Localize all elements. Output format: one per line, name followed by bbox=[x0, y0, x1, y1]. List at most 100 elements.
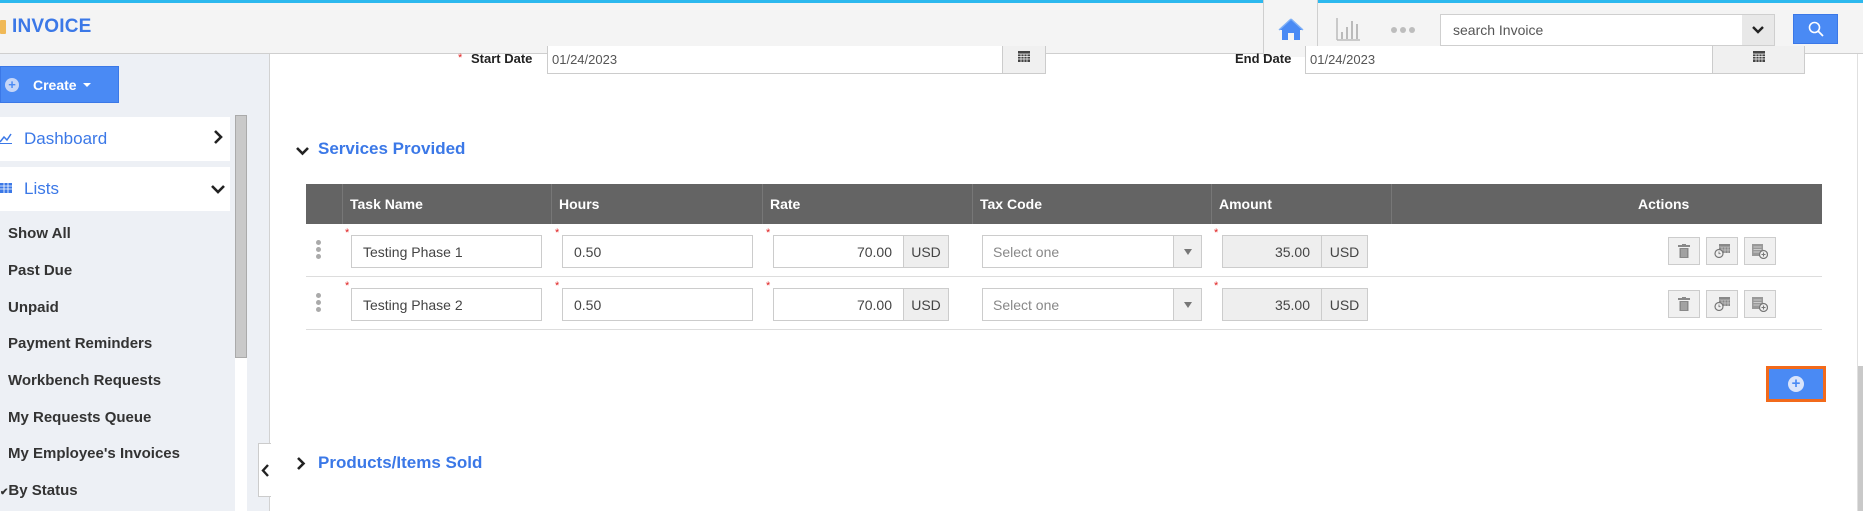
chevron-right-icon bbox=[297, 457, 306, 470]
required-marker: * bbox=[555, 227, 560, 239]
home-icon bbox=[1277, 17, 1304, 40]
sidebar-link-unpaid[interactable]: Unpaid bbox=[8, 299, 59, 316]
search-icon bbox=[1808, 21, 1824, 37]
invoice-logo-icon bbox=[0, 20, 6, 34]
tax-code-dropdown-button[interactable] bbox=[1173, 235, 1202, 268]
calendar-clock-icon bbox=[1714, 297, 1730, 311]
sidebar-item-label: Dashboard bbox=[24, 129, 108, 148]
column-header-amount: Amount bbox=[1211, 184, 1391, 224]
end-date-calendar-button[interactable] bbox=[1712, 46, 1805, 74]
grid-icon bbox=[0, 182, 14, 197]
required-marker: * bbox=[555, 280, 560, 292]
tax-code-select[interactable]: Select one bbox=[982, 235, 1174, 268]
start-date-input[interactable] bbox=[547, 46, 1003, 74]
more-dots-icon bbox=[1390, 20, 1417, 38]
main-scrollbar-thumb[interactable] bbox=[1858, 366, 1863, 511]
app-title: INVOICE bbox=[12, 16, 92, 37]
line-chart-icon bbox=[0, 132, 14, 147]
task-name-input[interactable] bbox=[351, 235, 542, 268]
caret-down-icon bbox=[82, 82, 91, 87]
sidebar-item-label: Lists bbox=[24, 179, 59, 198]
add-detail-button[interactable] bbox=[1744, 290, 1776, 318]
add-service-row-button[interactable]: + bbox=[1766, 366, 1826, 402]
sidebar-item-lists[interactable]: Lists bbox=[0, 167, 230, 211]
sidebar-link-past-due[interactable]: Past Due bbox=[8, 262, 72, 279]
amount-currency: USD bbox=[1321, 288, 1368, 321]
required-marker: * bbox=[345, 227, 350, 239]
rate-input[interactable] bbox=[773, 288, 904, 321]
column-header-actions: Actions bbox=[1638, 196, 1690, 212]
plus-circle-icon: + bbox=[5, 77, 19, 92]
drag-handle-icon[interactable] bbox=[316, 240, 322, 260]
required-marker: * bbox=[458, 52, 463, 64]
chevron-down-icon bbox=[296, 147, 309, 156]
search-input[interactable] bbox=[1440, 14, 1743, 46]
rate-currency: USD bbox=[903, 288, 949, 321]
tax-code-dropdown-button[interactable] bbox=[1173, 288, 1202, 321]
sidebar-link-show-all[interactable]: Show All bbox=[8, 225, 71, 242]
trash-icon bbox=[1678, 244, 1690, 258]
create-button[interactable]: + Create bbox=[0, 66, 119, 103]
sidebar-scrollbar-thumb[interactable] bbox=[235, 115, 247, 358]
calendar-icon bbox=[1018, 51, 1030, 62]
required-marker: * bbox=[345, 280, 350, 292]
sidebar-scrollbar[interactable] bbox=[235, 115, 247, 511]
column-header-hours: Hours bbox=[551, 184, 762, 224]
search-button[interactable] bbox=[1793, 14, 1838, 44]
more-options-button[interactable] bbox=[1385, 11, 1421, 47]
amount-field bbox=[1222, 288, 1322, 321]
delete-row-button[interactable] bbox=[1668, 237, 1700, 265]
add-detail-button[interactable] bbox=[1744, 237, 1776, 265]
sidebar-link-my-requests-queue[interactable]: My Requests Queue bbox=[8, 409, 151, 426]
sidebar-collapse-button[interactable] bbox=[258, 443, 271, 497]
services-section-title[interactable]: Services Provided bbox=[318, 139, 465, 159]
sidebar-link-label: By Status bbox=[8, 482, 78, 499]
amount-currency: USD bbox=[1321, 235, 1368, 268]
tax-code-select[interactable]: Select one bbox=[982, 288, 1174, 321]
schedule-row-button[interactable] bbox=[1706, 290, 1738, 318]
services-collapse-toggle[interactable] bbox=[296, 143, 309, 161]
table-row: * * * USD Select one * USD bbox=[306, 224, 1822, 277]
sidebar: + Create Dashboard Lists Show All Past D… bbox=[0, 54, 270, 511]
column-header-task-name: Task Name bbox=[342, 184, 551, 224]
start-date-calendar-button[interactable] bbox=[1002, 46, 1046, 74]
required-marker: * bbox=[766, 227, 771, 239]
products-expand-toggle[interactable] bbox=[296, 457, 306, 475]
chevron-down-icon bbox=[206, 179, 230, 199]
amount-field bbox=[1222, 235, 1322, 268]
list-add-icon bbox=[1752, 243, 1768, 259]
required-marker: * bbox=[1214, 280, 1219, 292]
sidebar-link-payment-reminders[interactable]: Payment Reminders bbox=[8, 335, 152, 352]
hours-input[interactable] bbox=[562, 288, 753, 321]
delete-row-button[interactable] bbox=[1668, 290, 1700, 318]
services-table-header: Task Name Hours Rate Tax Code Amount Act… bbox=[306, 184, 1822, 224]
list-add-icon bbox=[1752, 296, 1768, 312]
required-marker: * bbox=[1214, 227, 1219, 239]
column-header-tax-code: Tax Code bbox=[972, 184, 1211, 224]
trash-icon bbox=[1678, 297, 1690, 311]
hours-input[interactable] bbox=[562, 235, 753, 268]
end-date-label: End Date bbox=[1235, 51, 1292, 66]
search-scope-dropdown[interactable] bbox=[1742, 14, 1775, 46]
plus-circle-icon: + bbox=[1788, 376, 1804, 392]
schedule-row-button[interactable] bbox=[1706, 237, 1738, 265]
caret-down-icon bbox=[1183, 248, 1192, 255]
calendar-clock-icon bbox=[1714, 244, 1730, 258]
main-scrollbar[interactable] bbox=[1857, 54, 1863, 511]
required-marker: * bbox=[766, 280, 771, 292]
task-name-input[interactable] bbox=[351, 288, 542, 321]
sidebar-link-my-employees-invoices[interactable]: My Employee's Invoices bbox=[8, 445, 180, 462]
table-row: * * * USD Select one * USD bbox=[306, 277, 1822, 330]
column-header-handle bbox=[306, 184, 342, 224]
products-section-title[interactable]: Products/Items Sold bbox=[318, 453, 482, 473]
sidebar-link-workbench-requests[interactable]: Workbench Requests bbox=[8, 372, 161, 389]
sidebar-link-by-status[interactable]: ✔By Status bbox=[0, 482, 78, 499]
end-date-input[interactable] bbox=[1305, 46, 1713, 74]
rate-input[interactable] bbox=[773, 235, 904, 268]
rate-currency: USD bbox=[903, 235, 949, 268]
reports-button[interactable] bbox=[1330, 11, 1366, 47]
start-date-label: Start Date bbox=[471, 51, 533, 66]
sidebar-item-dashboard[interactable]: Dashboard bbox=[0, 117, 230, 161]
column-header-rate: Rate bbox=[762, 184, 972, 224]
drag-handle-icon[interactable] bbox=[316, 293, 322, 313]
